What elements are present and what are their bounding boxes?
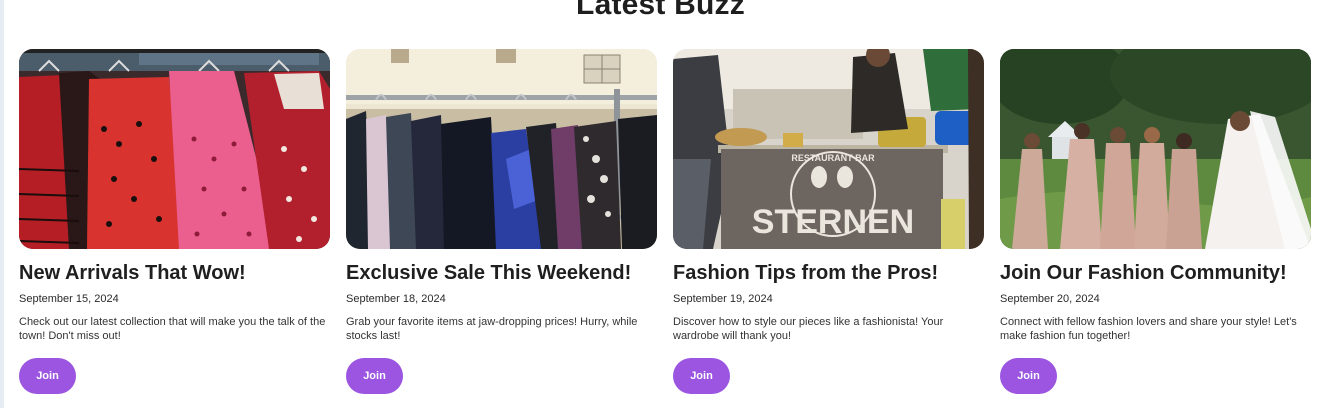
news-cards: New Arrivals That Wow! September 15, 202… xyxy=(19,49,1311,394)
card-description: Grab your favorite items at jaw-dropping… xyxy=(346,316,638,342)
news-card: Exclusive Sale This Weekend! September 1… xyxy=(346,49,657,394)
news-card: Join Our Fashion Community! September 20… xyxy=(1000,49,1311,394)
card-date: September 18, 2024 xyxy=(346,293,446,305)
page-left-edge xyxy=(0,0,4,408)
card-description: Discover how to style our pieces like a … xyxy=(673,316,944,342)
sign-text: STERNEN xyxy=(752,203,914,241)
card-date: September 19, 2024 xyxy=(673,293,773,305)
card-image-clothes-rack[interactable] xyxy=(346,49,657,249)
card-date: September 15, 2024 xyxy=(19,293,119,305)
card-image-dresses[interactable] xyxy=(19,49,330,249)
join-button[interactable]: Join xyxy=(346,358,403,394)
sign-arc-text: RESTAURANT BAR xyxy=(791,153,875,163)
card-date: September 20, 2024 xyxy=(1000,293,1100,305)
join-button[interactable]: Join xyxy=(673,358,730,394)
card-title[interactable]: Join Our Fashion Community! xyxy=(1000,261,1311,285)
news-card: New Arrivals That Wow! September 15, 202… xyxy=(19,49,330,394)
card-description: Connect with fellow fashion lovers and s… xyxy=(1000,316,1297,342)
card-title[interactable]: New Arrivals That Wow! xyxy=(19,261,330,285)
join-button[interactable]: Join xyxy=(19,358,76,394)
card-image-bridal-party[interactable] xyxy=(1000,49,1311,249)
join-button[interactable]: Join xyxy=(1000,358,1057,394)
news-card: RESTAURANT BAR STERNEN Fashion Tips from… xyxy=(673,49,984,394)
card-description: Check out our latest collection that wil… xyxy=(19,316,326,342)
card-title[interactable]: Fashion Tips from the Pros! xyxy=(673,261,984,285)
card-image-booth[interactable]: RESTAURANT BAR STERNEN xyxy=(673,49,984,249)
section-title: Latest Buzz xyxy=(576,0,745,21)
card-title[interactable]: Exclusive Sale This Weekend! xyxy=(346,261,657,285)
